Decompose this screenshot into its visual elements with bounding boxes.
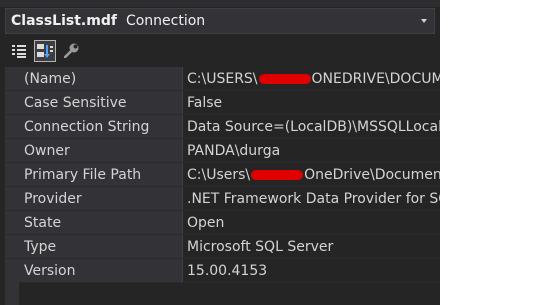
property-row-primary-file-path[interactable]: Primary File Path C:\Users\ OneDrive\Docu… [5,162,440,187]
property-row-case-sensitive[interactable]: Case Sensitive False [5,90,440,115]
property-value[interactable]: PANDA\durga [182,138,440,163]
property-value[interactable]: Open [182,210,440,235]
property-pages-button[interactable] [60,40,82,62]
property-name: Connection String [19,114,183,139]
property-value[interactable]: Data Source=(LocalDB)\MSSQLLocalD [182,114,440,139]
row-gutter [5,114,19,139]
panel-top-strip [0,0,440,7]
property-name: Case Sensitive [19,90,183,115]
alphabetical-icon [37,43,53,58]
value-part: C:\Users\ [187,166,251,183]
alphabetical-button[interactable] [34,39,56,62]
property-name: State [19,210,183,235]
property-row-owner[interactable]: Owner PANDA\durga [5,138,440,163]
property-row-provider[interactable]: Provider .NET Framework Data Provider fo… [5,186,440,211]
object-selector[interactable]: ClassList.mdf Connection [5,8,435,34]
property-value[interactable]: C:\USERS\ ONEDRIVE\DOCUM [182,67,440,91]
categorized-button[interactable] [8,40,30,62]
value-part: C:\USERS\ [187,70,258,87]
property-row-connection-string[interactable]: Connection String Data Source=(LocalDB)\… [5,114,440,139]
redaction-mark [251,169,304,180]
property-grid: (Name) C:\USERS\ ONEDRIVE\DOCUM Case Sens… [5,67,440,283]
property-name: Owner [19,138,183,163]
gutter-filler [5,277,19,305]
property-value[interactable]: C:\Users\ OneDrive\Documents\ [182,162,440,187]
property-name: Primary File Path [19,162,183,187]
object-type: Connection [125,13,206,29]
row-gutter [5,162,19,187]
row-gutter [5,67,19,91]
wrench-icon [64,43,79,58]
row-gutter [5,234,19,259]
properties-toolbar [8,38,86,63]
property-name: Version [19,258,183,283]
row-gutter [5,138,19,163]
row-gutter [5,186,19,211]
categorized-icon [12,44,26,58]
property-value[interactable]: Microsoft SQL Server [182,234,440,259]
property-row-name[interactable]: (Name) C:\USERS\ ONEDRIVE\DOCUM [5,67,440,91]
property-name: Provider [19,186,183,211]
property-name: (Name) [19,67,183,91]
row-gutter [5,90,19,115]
object-name: ClassList.mdf [11,13,117,29]
property-row-version[interactable]: Version 15.00.4153 [5,258,440,283]
property-value[interactable]: .NET Framework Data Provider for SQ [182,186,440,211]
value-part: OneDrive\Documents\ [304,166,440,183]
property-name: Type [19,234,183,259]
row-gutter [5,210,19,235]
chevron-down-icon[interactable] [421,19,427,23]
property-value[interactable]: False [182,90,440,115]
property-row-state[interactable]: State Open [5,210,440,235]
property-value[interactable]: 15.00.4153 [182,258,440,283]
property-row-type[interactable]: Type Microsoft SQL Server [5,234,440,259]
value-part: ONEDRIVE\DOCUM [311,70,440,87]
redaction-mark [258,73,311,84]
properties-panel: ClassList.mdf Connection (Name) C:\USERS… [0,0,440,305]
